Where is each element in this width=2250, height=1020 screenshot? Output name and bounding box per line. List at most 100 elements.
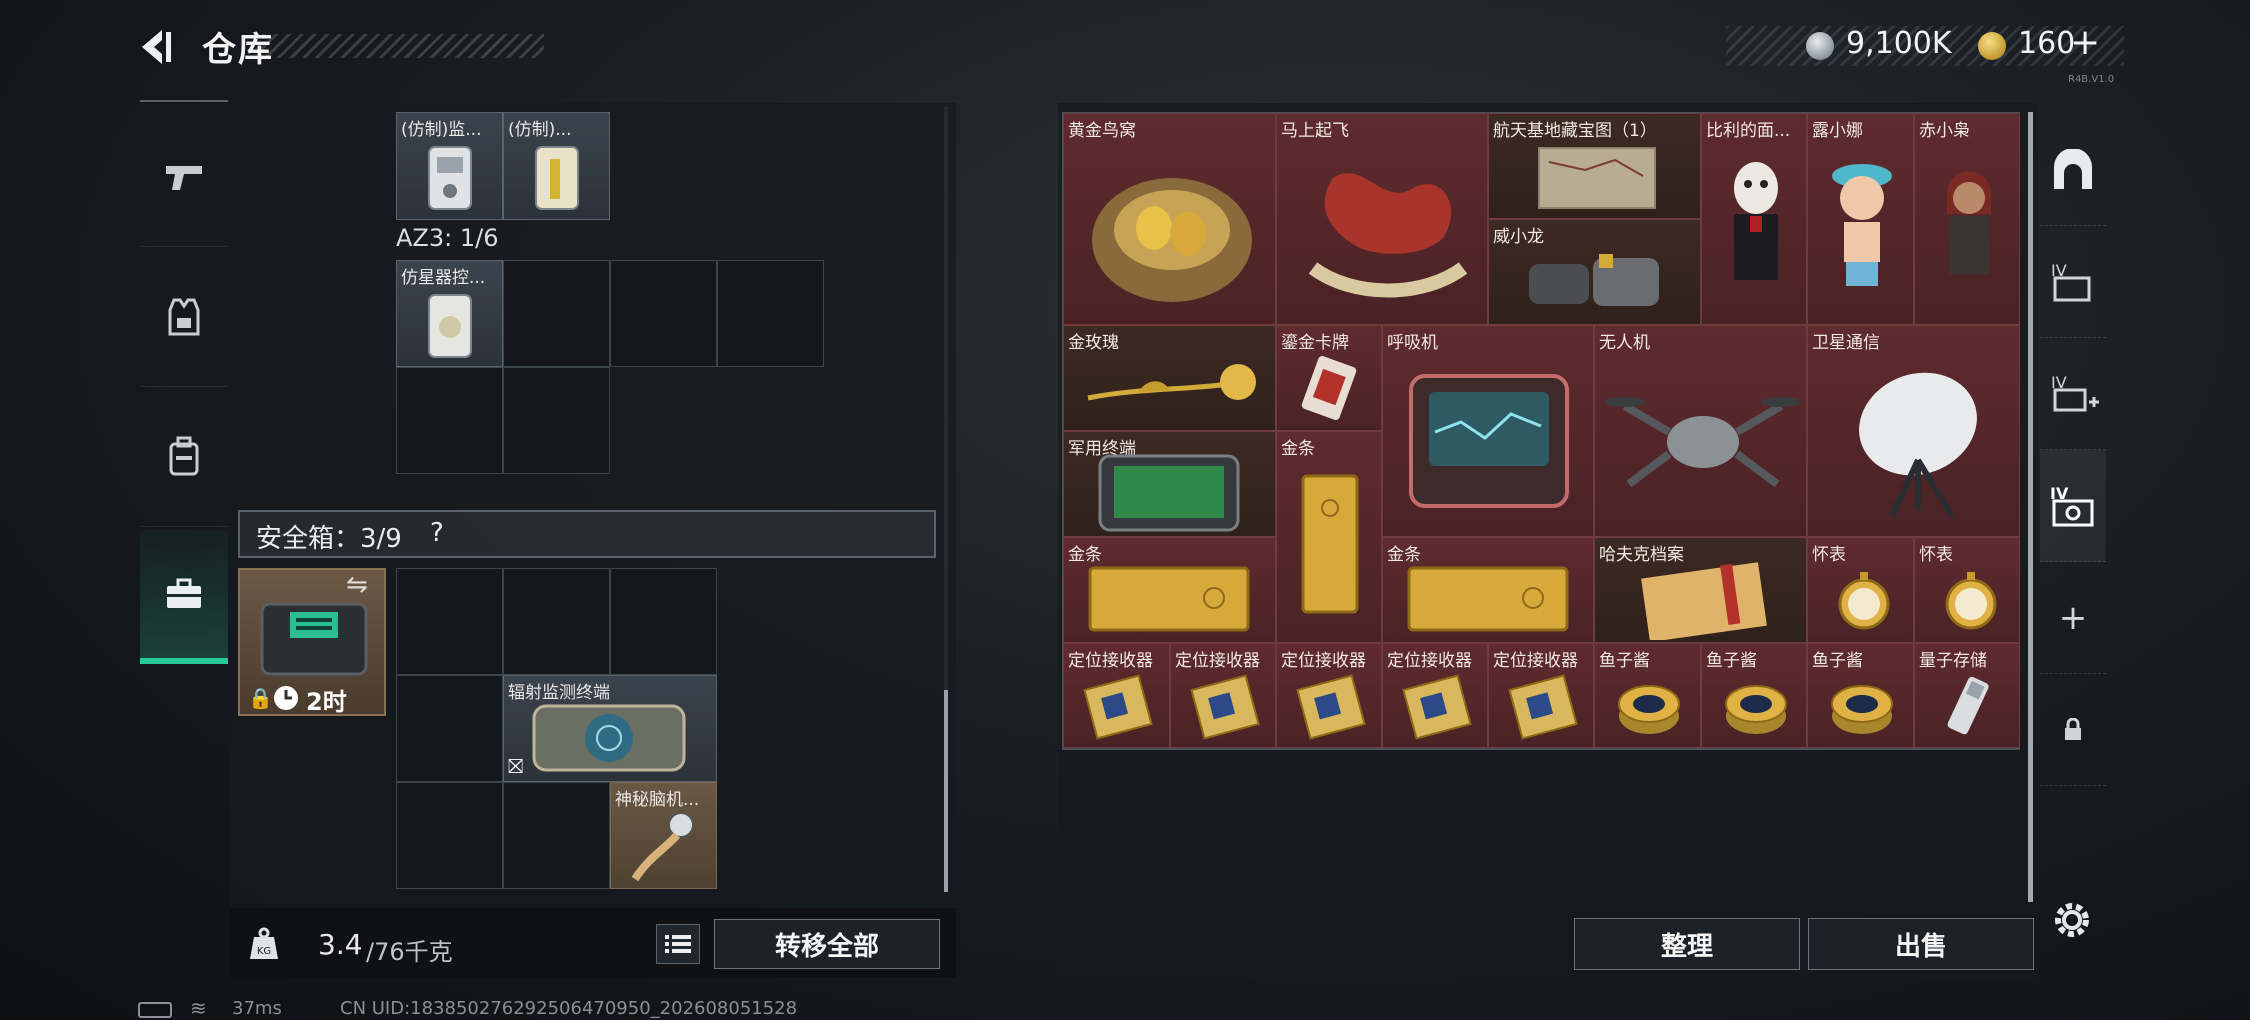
locked-warehouse-tab (2040, 674, 2106, 786)
item-label: 黄金鸟窝 (1068, 121, 1136, 141)
warehouse-tab-iv-3[interactable]: IV (2040, 450, 2106, 562)
warehouse-item[interactable]: 定位接收器 (1488, 643, 1594, 748)
swap-icon[interactable]: ⇋ (346, 570, 368, 600)
safebox-capacity: 安全箱：3/9 (256, 524, 402, 554)
user-uid: CN UID:183850276292506470950_20260805152… (340, 998, 798, 1019)
back-button[interactable] (132, 24, 178, 70)
weight-icon: KG (238, 918, 290, 970)
warehouse-scrollbar[interactable] (2028, 112, 2033, 902)
inventory-item[interactable]: (仿制)... (503, 112, 610, 220)
warehouse-item[interactable]: 黄金鸟窝 (1063, 113, 1276, 325)
nav-tab-safebox[interactable] (140, 530, 228, 664)
nav-tab-backpack[interactable] (140, 388, 228, 526)
item-label: (仿制)... (508, 120, 572, 140)
item-label: 航天基地藏宝图（1） (1493, 121, 1657, 141)
nav-separator (140, 526, 228, 527)
battery-icon (138, 1002, 172, 1018)
empty-slot[interactable] (396, 782, 503, 889)
warehouse-item[interactable]: 军用终端 (1063, 431, 1276, 537)
sell-button[interactable]: 出售 (1808, 918, 2034, 970)
warehouse-item[interactable]: 鎏金卡牌 (1276, 325, 1382, 431)
ventilator-icon (1409, 374, 1569, 508)
warehouse-item[interactable]: 量子存储 (1914, 643, 2020, 748)
empty-slot[interactable] (396, 675, 503, 782)
warehouse-item[interactable]: 怀表 (1807, 537, 1914, 643)
warehouse-item[interactable]: 金条 (1276, 431, 1382, 643)
empty-slot[interactable] (396, 568, 503, 675)
warehouse-item[interactable]: 金条 (1382, 537, 1594, 643)
drone-icon (1605, 397, 1801, 488)
warehouse-item[interactable]: 定位接收器 (1170, 643, 1276, 748)
warehouse-item[interactable]: 怀表 (1914, 537, 2020, 643)
empty-slot[interactable] (503, 568, 610, 675)
warehouse-item[interactable]: 露小娜 (1807, 113, 1914, 325)
warehouse-item[interactable]: 航天基地藏宝图（1） (1488, 113, 1701, 219)
warehouse-tab-iv-1[interactable]: IV (2040, 226, 2106, 338)
inventory-item[interactable]: (仿制)监... (396, 112, 503, 220)
nav-tab-weapon[interactable] (140, 108, 228, 246)
warehouse-item[interactable]: 鱼子酱 (1807, 643, 1914, 748)
add-warehouse-tab-button[interactable]: + (2040, 562, 2106, 674)
warehouse-item[interactable]: 马上起飞 (1276, 113, 1488, 325)
item-label: 威小龙 (1493, 227, 1544, 247)
military-terminal-icon (1098, 454, 1240, 532)
inventory-item[interactable]: 辐射监测终端 ⛝ (503, 675, 717, 782)
empty-slot[interactable] (396, 367, 503, 474)
help-icon[interactable]: ? (430, 518, 444, 548)
caviar-tin-icon (1831, 685, 1893, 734)
item-label: 无人机 (1599, 333, 1650, 353)
add-gold-button[interactable]: + (2070, 22, 2100, 63)
gps-receiver-icon (1296, 674, 1366, 740)
item-label: 定位接收器 (1493, 651, 1578, 671)
warehouse-tab-main[interactable] (2040, 114, 2106, 226)
warehouse-item[interactable]: 定位接收器 (1276, 643, 1382, 748)
no-trade-icon: ⛝ (508, 754, 524, 778)
empty-slot[interactable] (503, 260, 610, 367)
treasure-map-icon (1538, 147, 1656, 209)
transfer-all-button[interactable]: 转移全部 (714, 919, 940, 969)
iv-folder-icon: IV (2051, 261, 2091, 301)
weight-max: /76千克 (366, 938, 453, 966)
warehouse-item[interactable]: 哈夫克档案 (1594, 537, 1807, 643)
clock-icon (274, 686, 298, 710)
empty-slot[interactable] (503, 782, 610, 889)
warehouse-item[interactable]: 金条 (1063, 537, 1276, 643)
warehouse-item[interactable]: 呼吸机 (1382, 325, 1594, 537)
settings-gear-icon[interactable] (2050, 898, 2094, 942)
gps-receiver-icon (1508, 674, 1578, 740)
billy-figure-icon (1734, 162, 1778, 280)
warehouse-item[interactable]: 定位接收器 (1382, 643, 1488, 748)
empty-slot[interactable] (610, 568, 717, 675)
warehouse-item[interactable]: 威小龙 (1488, 219, 1701, 325)
gps-receiver-icon (1190, 674, 1260, 740)
item-label: 量子存储 (1919, 651, 1987, 671)
warehouse-item[interactable]: 赤小枭 (1914, 113, 2020, 325)
weight-current: 3.4 (318, 928, 363, 961)
list-view-button[interactable] (656, 924, 700, 964)
warehouse-tab-iv-2[interactable]: IV (2040, 338, 2106, 450)
inventory-item[interactable]: 仿星器控... (396, 260, 503, 367)
horse-statue-icon (1308, 173, 1468, 298)
sort-button[interactable]: 整理 (1574, 918, 1800, 970)
warehouse-item[interactable]: 卫星通信 (1807, 325, 2020, 537)
warehouse-item[interactable]: 定位接收器 (1063, 643, 1170, 748)
warehouse-item[interactable]: 鱼子酱 (1594, 643, 1701, 748)
item-label: (仿制)监... (401, 120, 482, 140)
warehouse-item[interactable]: 金玫瑰 (1063, 325, 1276, 431)
gps-receiver-icon (1083, 674, 1153, 740)
item-label: 怀表 (1919, 545, 1953, 565)
golden-rose-icon (1087, 364, 1256, 401)
empty-slot[interactable] (503, 367, 610, 474)
item-label: 比利的面... (1706, 121, 1791, 141)
warehouse-item[interactable]: 鱼子酱 (1701, 643, 1807, 748)
ping-readout: 37ms (232, 998, 282, 1019)
inventory-scrollbar[interactable] (944, 690, 948, 892)
stellarator-controller-icon (428, 294, 472, 358)
item-label: 定位接收器 (1281, 651, 1366, 671)
nav-tab-armor[interactable] (140, 248, 228, 386)
warehouse-item[interactable]: 无人机 (1594, 325, 1807, 537)
empty-slot[interactable] (717, 260, 824, 367)
inventory-item[interactable]: 神秘脑机... (610, 782, 717, 889)
empty-slot[interactable] (610, 260, 717, 367)
warehouse-item[interactable]: 比利的面... (1701, 113, 1807, 325)
